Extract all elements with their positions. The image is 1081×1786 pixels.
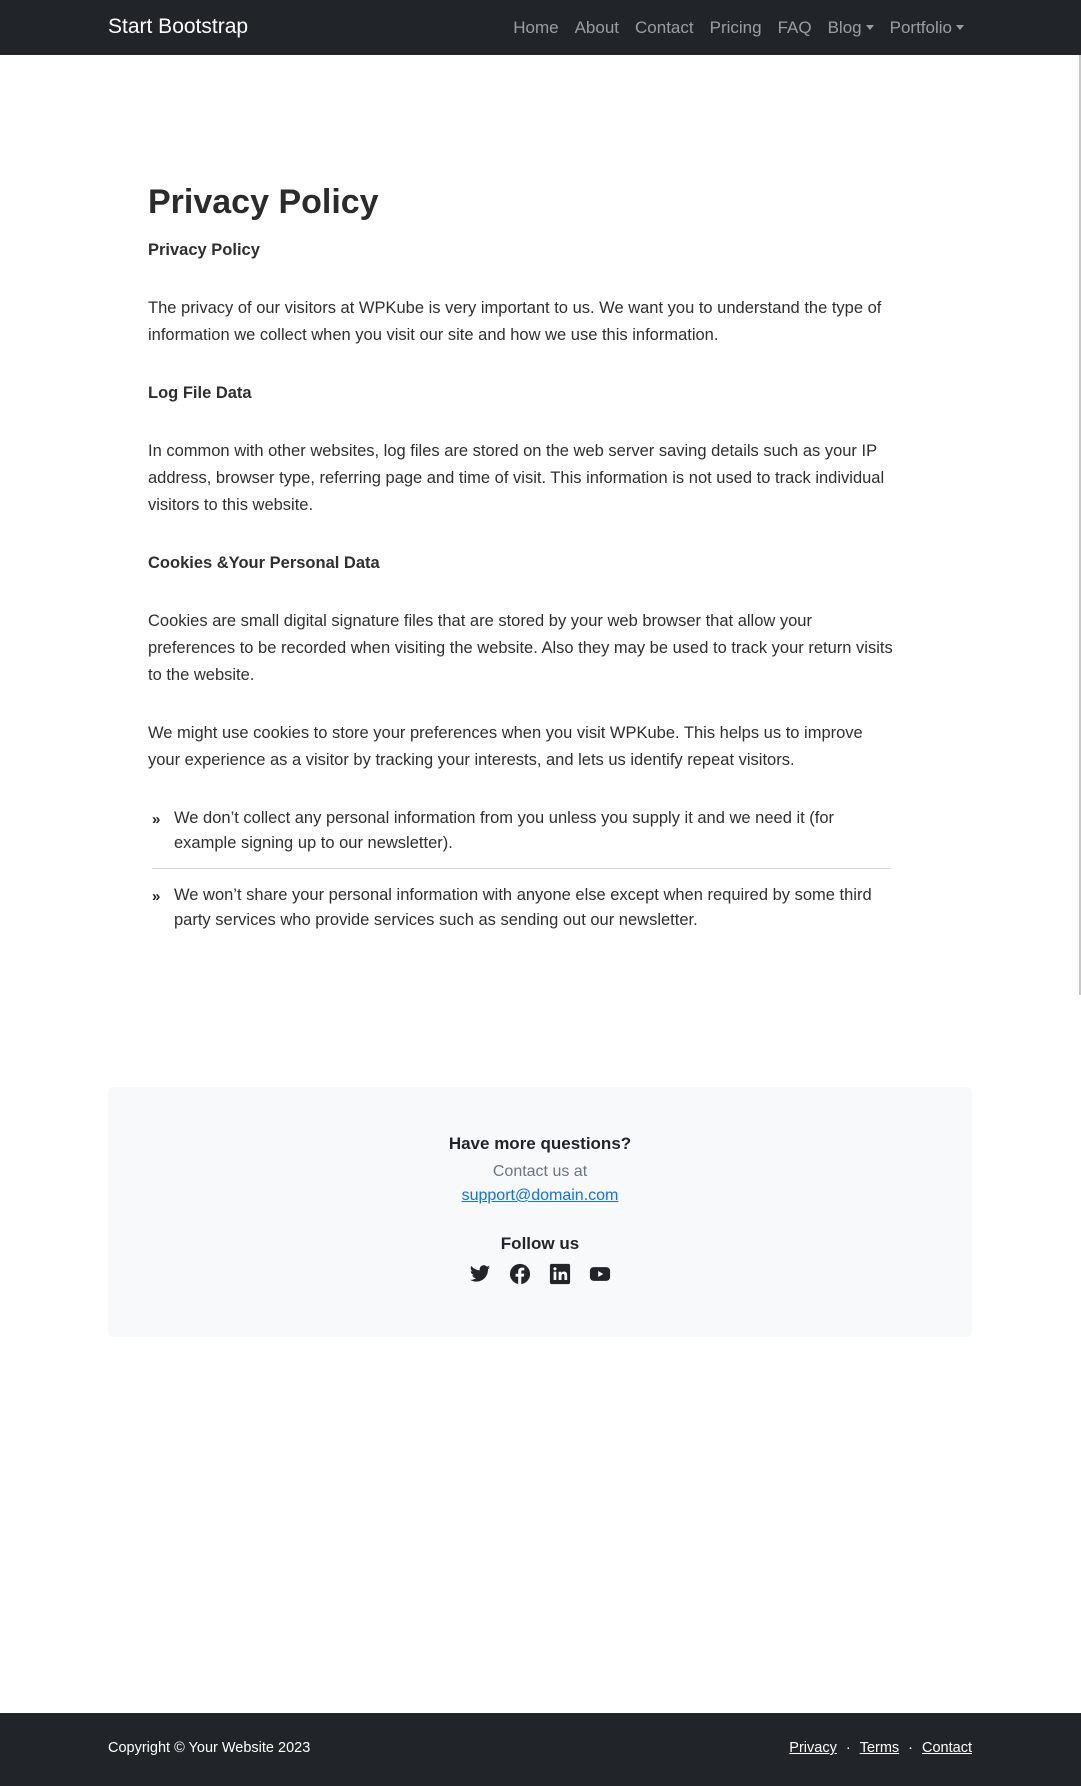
youtube-icon[interactable] [589,1263,611,1285]
paragraph-preferences: We might use cookies to store your prefe… [148,724,863,769]
support-email-link[interactable]: support@domain.com [462,1187,619,1204]
page-title: Privacy Policy [148,183,379,221]
footer-terms-link[interactable]: Terms [860,1740,899,1756]
section-heading-log-file: Log File Data [148,384,252,402]
twitter-icon[interactable] [469,1263,491,1285]
nav-links: Home About Contact Pricing FAQ Blog Port… [497,18,964,38]
section-heading-cookies: Cookies &Your Personal Data [148,554,380,572]
list-item: » We don’t collect any personal informat… [152,800,891,868]
footer-links: Privacy · Terms · Contact [789,1740,972,1756]
cta-text: Contact us at [492,1163,588,1180]
double-chevron-right-icon: » [152,811,161,828]
nav-contact[interactable]: Contact [635,18,694,38]
linkedin-icon[interactable] [549,1263,571,1285]
paragraph-privacy: The privacy of our visitors at WPKube is… [148,299,882,344]
cta-title: Have more questions? [448,1134,632,1153]
facebook-icon[interactable] [509,1263,531,1285]
nav-faq[interactable]: FAQ [778,18,812,38]
top-navbar: Start Bootstrap Home About Contact Prici… [0,0,1081,55]
nav-pricing[interactable]: Pricing [710,18,762,38]
paragraph-cookies: Cookies are small digital signature file… [148,612,893,684]
footer-separator: · [908,1740,914,1756]
section-heading-privacy: Privacy Policy [148,241,260,259]
footer-separator: · [845,1740,851,1756]
nav-blog-dropdown[interactable]: Blog [828,18,874,38]
brand-link[interactable]: Start Bootstrap [108,15,248,39]
paragraph-log-file: In common with other websites, log files… [148,442,885,514]
contact-cta-box: Have more questions? Contact us at suppo… [108,1087,972,1337]
follow-us-heading: Follow us [500,1234,580,1253]
cta-email-wrap: support@domain.com [108,1187,972,1205]
nav-home[interactable]: Home [513,18,558,38]
list-item-text: We won’t share your personal information… [174,886,872,929]
copyright-text: Copyright © Your Website 2023 [108,1740,311,1756]
footer-privacy-link[interactable]: Privacy [789,1740,837,1756]
nav-about[interactable]: About [575,18,619,38]
main-content: Privacy Policy Privacy Policy The privac… [148,180,893,929]
page-footer: Copyright © Your Website 2023 Privacy · … [0,1713,1081,1786]
policy-list: » We don’t collect any personal informat… [152,800,891,945]
list-item-text: We don’t collect any personal informatio… [174,809,835,852]
list-item: » We won’t share your personal informati… [152,868,891,945]
social-links [108,1263,972,1285]
nav-portfolio-dropdown[interactable]: Portfolio [890,18,964,38]
double-chevron-right-icon: » [152,888,161,905]
footer-contact-link[interactable]: Contact [922,1740,972,1756]
